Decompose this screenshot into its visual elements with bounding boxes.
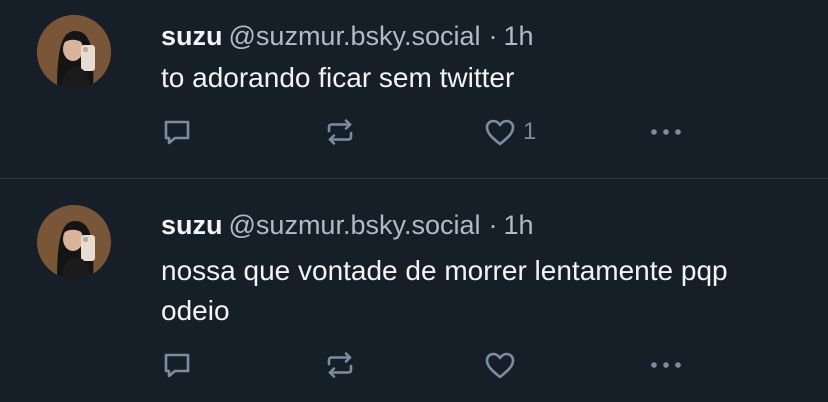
post-feed: suzu @suzmur.bsky.social · 1h to adorando f… (0, 0, 828, 402)
post-timestamp[interactable]: 1h (504, 21, 534, 51)
avatar[interactable] (37, 15, 111, 89)
repost-icon (327, 119, 353, 145)
like-button[interactable]: 1 (483, 114, 536, 150)
post-actions (161, 347, 701, 383)
display-name[interactable]: suzu (161, 210, 223, 240)
post-timestamp[interactable]: 1h (504, 210, 534, 240)
reply-button[interactable] (161, 114, 193, 150)
post-item[interactable]: suzu @suzmur.bsky.social · 1h nossa que von… (0, 179, 828, 402)
more-options-icon (651, 129, 681, 135)
repost-icon (327, 352, 353, 378)
like-button[interactable] (483, 347, 523, 383)
avatar[interactable] (37, 205, 111, 279)
reply-button[interactable] (161, 347, 193, 383)
reply-icon (164, 353, 190, 378)
more-options-icon (651, 362, 681, 368)
post-header: suzu @suzmur.bsky.social · 1h (161, 23, 534, 50)
post-actions: 1 (161, 114, 701, 150)
user-handle[interactable]: @suzmur.bsky.social (229, 21, 481, 51)
post-text: nossa que vontade de morrer lentamente p… (161, 255, 728, 326)
post-text: to adorando ficar sem twitter (161, 62, 515, 93)
repost-button[interactable] (323, 347, 357, 383)
separator-dot: · (488, 210, 498, 240)
like-count: 1 (523, 118, 537, 145)
more-options-button[interactable] (648, 114, 684, 150)
user-handle[interactable]: @suzmur.bsky.social (229, 210, 481, 240)
reply-icon (164, 120, 190, 145)
separator-dot: · (488, 21, 498, 51)
repost-button[interactable] (323, 114, 357, 150)
heart-icon (485, 119, 515, 146)
post-item[interactable]: suzu @suzmur.bsky.social · 1h to adorando f… (0, 0, 828, 178)
display-name[interactable]: suzu (161, 21, 223, 51)
post-header: suzu @suzmur.bsky.social · 1h (161, 212, 534, 239)
more-options-button[interactable] (648, 347, 684, 383)
heart-icon (485, 352, 515, 379)
